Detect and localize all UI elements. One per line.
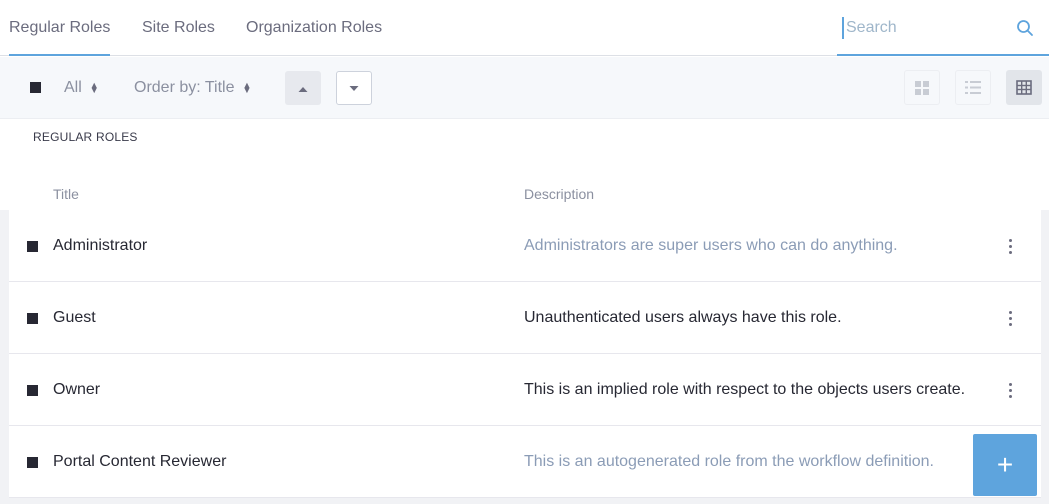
role-description: This is an autogenerated role from the w… [524,453,934,470]
role-title[interactable]: Owner [53,381,100,399]
table-row[interactable]: Portal Content Reviewer This is an autog… [9,426,1041,498]
list-view-icon [965,81,981,94]
role-description: Administrators are super users who can d… [524,237,898,254]
row-checkbox[interactable] [27,385,38,396]
row-checkbox[interactable] [27,241,38,252]
table-row[interactable]: Administrator Administrators are super u… [9,210,1041,282]
list-view-button[interactable] [955,70,991,105]
search-bar [837,0,1049,56]
filter-dropdown[interactable]: All ▲ ▼ [64,79,99,97]
order-by-dropdown[interactable]: Order by: Title ▲ ▼ [134,79,251,97]
table-row[interactable]: Owner This is an implied role with respe… [9,354,1041,426]
filter-dropdown-label: All [64,79,82,96]
row-actions-kebab-icon[interactable] [1002,236,1018,256]
select-all-checkbox[interactable] [30,82,41,93]
tab-regular-roles[interactable]: Regular Roles [9,0,111,56]
role-title[interactable]: Portal Content Reviewer [53,453,226,471]
row-checkbox[interactable] [27,457,38,468]
search-input[interactable] [842,17,1002,39]
top-navigation: Regular Roles Site Roles Organization Ro… [0,0,1049,56]
table-view-icon [1016,80,1032,95]
caret-up-icon [298,87,308,92]
role-description: Unauthenticated users always have this r… [524,309,842,326]
sort-ascending-button[interactable] [285,71,321,105]
sort-arrows-icon: ▲ ▼ [89,79,99,95]
sort-arrows-icon: ▲ ▼ [242,79,252,95]
tab-site-roles[interactable]: Site Roles [142,0,215,56]
cards-view-icon [915,81,929,95]
column-header-description: Description [524,186,595,202]
role-title[interactable]: Administrator [53,237,147,255]
table-row[interactable]: Guest Unauthenticated users always have … [9,282,1041,354]
order-by-label: Order by: Title [134,79,235,96]
caret-down-icon [349,86,359,91]
column-header-title: Title [53,186,79,202]
sort-descending-button[interactable] [336,71,372,105]
row-checkbox[interactable] [27,313,38,324]
row-actions-kebab-icon[interactable] [1002,380,1018,400]
search-icon[interactable] [1016,19,1034,37]
section-label: REGULAR ROLES [33,130,138,144]
roles-table: Administrator Administrators are super u… [0,210,1049,504]
add-role-button[interactable]: + [973,434,1037,496]
row-actions-kebab-icon[interactable] [1002,308,1018,328]
role-description: This is an implied role with respect to … [524,381,966,398]
role-title[interactable]: Guest [53,309,96,327]
management-toolbar: All ▲ ▼ Order by: Title ▲ ▼ [0,57,1049,119]
tab-organization-roles[interactable]: Organization Roles [246,0,382,56]
table-view-button[interactable] [1006,70,1042,105]
cards-view-button[interactable] [904,70,940,105]
